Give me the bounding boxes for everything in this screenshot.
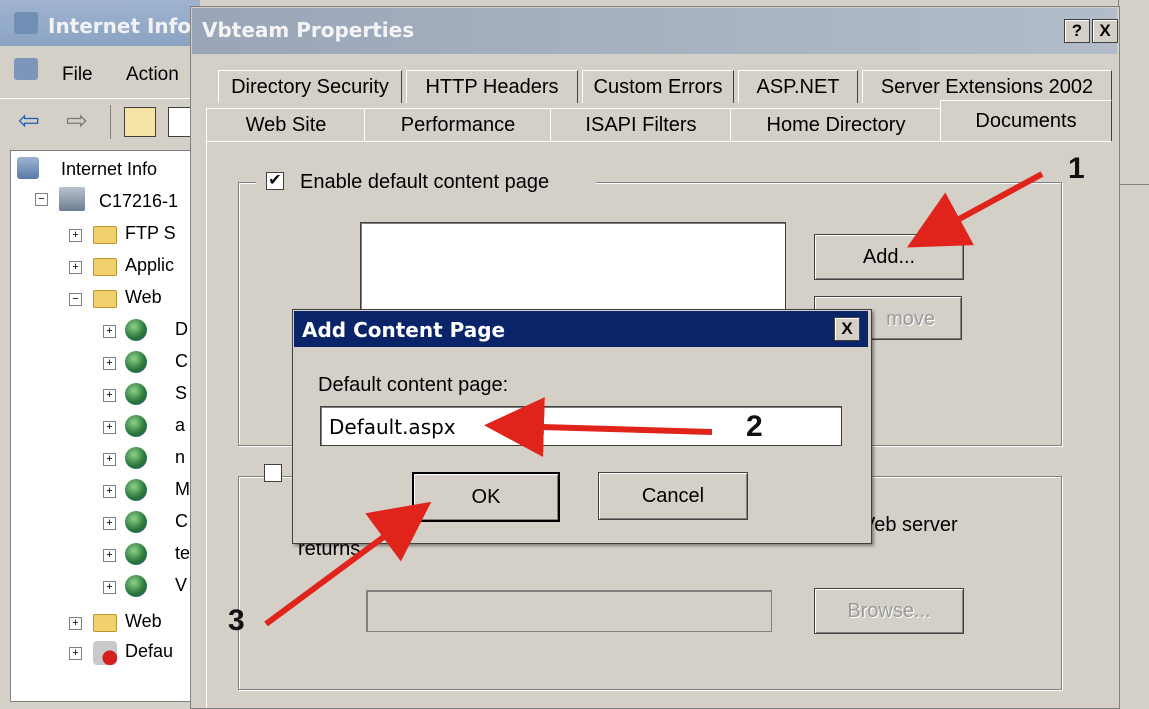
step-number-2: 2: [746, 410, 763, 443]
step-number-3: 3: [228, 604, 245, 637]
arrow-3: [264, 501, 432, 627]
step-number-1: 1: [1068, 152, 1085, 185]
arrow-1: [906, 171, 1044, 248]
arrow-2: [484, 397, 713, 458]
tab-documents[interactable]: Documents: [940, 100, 1112, 141]
